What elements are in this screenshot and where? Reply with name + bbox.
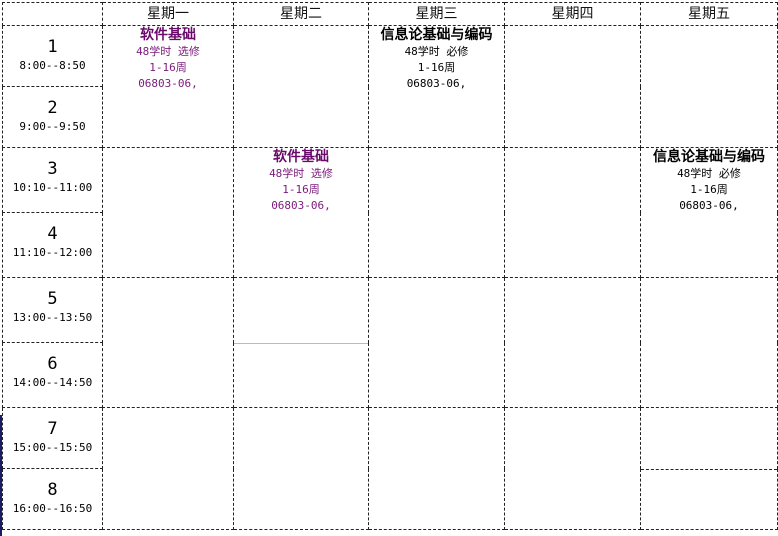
period-label-7: 7 15:00--15:50 [2, 407, 103, 469]
course-weeks: 1-16周 [690, 183, 728, 196]
schedule-table: 星期一 星期二 星期三 星期四 星期五 1 8:00--8:50 软件基础 48… [2, 2, 778, 530]
period-time: 14:00--14:50 [12, 376, 93, 389]
period-time: 16:00--16:50 [12, 502, 93, 515]
period-time: 15:00--15:50 [12, 441, 93, 454]
empty-cell-mon-56[interactable] [102, 277, 234, 408]
empty-cell-thu-34[interactable] [504, 147, 641, 278]
empty-cell-thu-56[interactable] [504, 277, 641, 408]
course-name: 信息论基础与编码 [380, 27, 493, 43]
course-cell-tue-34[interactable]: 软件基础 48学时 选修 1-16周 06803-06, [233, 147, 369, 278]
period-label-6: 6 14:00--14:50 [2, 342, 103, 408]
period-number: 2 [47, 98, 58, 118]
period-number: 3 [47, 159, 58, 179]
cell-divider [641, 468, 777, 470]
period-label-3: 3 10:10--11:00 [2, 147, 103, 213]
period-time: 9:00--9:50 [19, 120, 86, 133]
course-name: 软件基础 [273, 149, 329, 165]
course-hours: 48学时 选修 [136, 45, 200, 58]
empty-cell-mon-34[interactable] [102, 147, 234, 278]
course-cell-wed-12[interactable]: 信息论基础与编码 48学时 必修 1-16周 06803-06, [368, 25, 505, 148]
period-label-2: 2 9:00--9:50 [2, 86, 103, 148]
empty-cell-wed-56[interactable] [368, 277, 505, 408]
empty-cell-tue-12[interactable] [233, 25, 369, 148]
header-row: 星期一 星期二 星期三 星期四 星期五 [2, 2, 778, 26]
course-room: 06803-06, [406, 77, 467, 90]
empty-cell-fri-12[interactable] [640, 25, 778, 148]
empty-cell-fri-56[interactable] [640, 277, 778, 408]
corner-cell [2, 2, 103, 26]
day-header-wed: 星期三 [368, 2, 505, 26]
period-label-4: 4 11:10--12:00 [2, 212, 103, 278]
course-name: 软件基础 [140, 27, 196, 43]
day-header-thu: 星期四 [504, 2, 641, 26]
period-number: 4 [47, 224, 58, 244]
course-hours: 48学时 选修 [269, 167, 333, 180]
period-number: 8 [47, 480, 58, 500]
period-row-5: 5 13:00--13:50 [2, 277, 778, 408]
course-weeks: 1-16周 [417, 61, 456, 74]
empty-cell-tue-56[interactable] [233, 277, 369, 408]
period-time: 11:10--12:00 [12, 246, 93, 259]
period-label-1: 1 8:00--8:50 [2, 25, 103, 87]
course-hours: 48学时 必修 [677, 167, 741, 180]
empty-cell-fri-78[interactable] [640, 407, 778, 530]
period-number: 6 [47, 354, 58, 374]
course-room: 06803-06, [271, 199, 331, 212]
empty-cell-wed-78[interactable] [368, 407, 505, 530]
period-number: 5 [47, 289, 58, 309]
course-weeks: 1-16周 [149, 61, 187, 74]
course-name: 信息论基础与编码 [653, 149, 765, 165]
course-hours: 48学时 必修 [404, 45, 469, 58]
period-number: 7 [47, 419, 58, 439]
period-row-1: 1 8:00--8:50 软件基础 48学时 选修 1-16周 06803-06… [2, 25, 778, 148]
day-header-tue: 星期二 [233, 2, 369, 26]
period-label-8: 8 16:00--16:50 [2, 468, 103, 530]
cell-divider [234, 342, 368, 344]
course-weeks: 1-16周 [282, 183, 320, 196]
period-time: 10:10--11:00 [12, 181, 93, 194]
empty-cell-tue-78[interactable] [233, 407, 369, 530]
course-room: 06803-06, [138, 77, 198, 90]
period-row-7: 7 15:00--15:50 [2, 407, 778, 530]
empty-cell-thu-78[interactable] [504, 407, 641, 530]
period-time: 8:00--8:50 [19, 59, 86, 72]
period-number: 1 [47, 37, 58, 57]
day-header-mon: 星期一 [102, 2, 234, 26]
empty-cell-mon-78[interactable] [102, 407, 234, 530]
period-time: 13:00--13:50 [12, 311, 93, 324]
course-cell-mon-12[interactable]: 软件基础 48学时 选修 1-16周 06803-06, [102, 25, 234, 148]
day-header-fri: 星期五 [640, 2, 778, 26]
period-row-3: 3 10:10--11:00 软件基础 48学时 选修 1-16周 06803-… [2, 147, 778, 278]
period-label-5: 5 13:00--13:50 [2, 277, 103, 343]
empty-cell-thu-12[interactable] [504, 25, 641, 148]
course-room: 06803-06, [679, 199, 739, 212]
course-cell-fri-34[interactable]: 信息论基础与编码 48学时 必修 1-16周 06803-06, [640, 147, 778, 278]
empty-cell-wed-34[interactable] [368, 147, 505, 278]
